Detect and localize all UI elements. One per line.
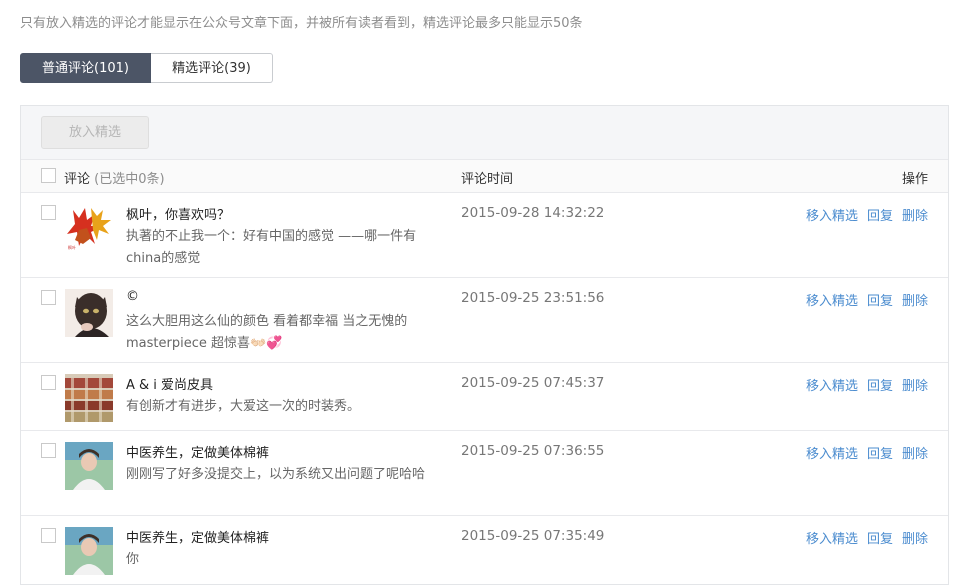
tab-normal-comments[interactable]: 普通评论(101)	[20, 53, 151, 83]
move-to-featured-link[interactable]: 移入精选	[806, 205, 858, 224]
comment-author: 枫叶，你喜欢吗？	[126, 208, 231, 223]
header-selected-count: (已选中0条)	[94, 172, 165, 187]
row-checkbox[interactable]	[41, 205, 56, 220]
comment-content: 刚刚写了好多没提交上，以为系统又出问题了呢哈哈	[126, 467, 426, 482]
notice-text: 只有放入精选的评论才能显示在公众号文章下面，并被所有读者看到，精选评论最多只能显…	[20, 16, 583, 31]
move-to-featured-link[interactable]: 移入精选	[806, 290, 858, 309]
comment-author: 中医养生，定做美体棉裤	[126, 531, 270, 546]
comment-time: 2015-09-25 07:35:49	[461, 528, 605, 544]
table-row: 中医养生，定做美体棉裤 你 2015-09-25 07:35:49 移入精选 回…	[21, 516, 948, 583]
comment-time: 2015-09-25 23:51:56	[461, 290, 605, 306]
row-actions: 移入精选 回复 删除	[806, 528, 928, 547]
delete-link[interactable]: 删除	[902, 290, 928, 309]
reply-link[interactable]: 回复	[867, 205, 893, 224]
toolbar: 放入精选	[21, 106, 948, 160]
delete-link[interactable]: 删除	[902, 443, 928, 462]
reply-link[interactable]: 回复	[867, 375, 893, 394]
reply-link[interactable]: 回复	[867, 290, 893, 309]
delete-link[interactable]: 删除	[902, 205, 928, 224]
comment-author: 中医养生，定做美体棉裤	[126, 446, 270, 461]
table-header: 评论 (已选中0条) 评论时间 操作	[21, 160, 948, 193]
row-actions: 移入精选 回复 删除	[806, 205, 928, 224]
comment-time: 2015-09-25 07:36:55	[461, 443, 605, 459]
comment-content: 执著的不止我一个：好有中国的感觉 ——哪一件有china的感觉	[126, 229, 417, 266]
comment-author: A & i 爱尚皮具	[126, 378, 214, 393]
row-checkbox[interactable]	[41, 528, 56, 543]
svg-text:枫叶: 枫叶	[68, 244, 76, 250]
header-time: 评论时间	[461, 172, 514, 187]
comment-content: 你	[126, 552, 140, 567]
header-actions: 操作	[901, 172, 928, 187]
comment-content: 有创新才有进步，大爱这一次的时装秀。	[126, 399, 361, 414]
add-featured-button[interactable]: 放入精选	[41, 116, 149, 149]
avatar-shop-icon	[65, 374, 113, 422]
comment-time: 2015-09-28 14:32:22	[461, 205, 605, 221]
avatar-cat-icon	[65, 289, 113, 337]
row-actions: 移入精选 回复 删除	[806, 375, 928, 394]
reply-link[interactable]: 回复	[867, 443, 893, 462]
row-checkbox[interactable]	[41, 375, 56, 390]
table-row: A & i 爱尚皮具 有创新才有进步，大爱这一次的时装秀。 2015-09-25…	[21, 363, 948, 431]
comment-tabs: 普通评论(101) 精选评论(39)	[20, 53, 273, 83]
move-to-featured-link[interactable]: 移入精选	[806, 443, 858, 462]
move-to-featured-link[interactable]: 移入精选	[806, 528, 858, 547]
comments-panel: 放入精选 评论 (已选中0条) 评论时间 操作 枫叶 枫叶，你喜欢吗？ 执著的不…	[20, 105, 949, 585]
comment-content: 这么大胆用这么仙的颜色 看着都幸福 当之无愧的masterpiece 超惊喜👐🏻…	[126, 314, 408, 351]
row-checkbox[interactable]	[41, 443, 56, 458]
table-row: © 这么大胆用这么仙的颜色 看着都幸福 当之无愧的masterpiece 超惊喜…	[21, 278, 948, 363]
reply-link[interactable]: 回复	[867, 528, 893, 547]
delete-link[interactable]: 删除	[902, 528, 928, 547]
comment-author: ©	[126, 289, 139, 304]
table-row: 枫叶 枫叶，你喜欢吗？ 执著的不止我一个：好有中国的感觉 ——哪一件有china…	[21, 193, 948, 278]
table-row: 中医养生，定做美体棉裤 刚刚写了好多没提交上，以为系统又出问题了呢哈哈 2015…	[21, 431, 948, 516]
header-comment: 评论 (已选中0条)	[64, 168, 165, 187]
row-actions: 移入精选 回复 删除	[806, 290, 928, 309]
row-checkbox[interactable]	[41, 290, 56, 305]
avatar-woman-icon	[65, 442, 113, 490]
tab-featured-comments[interactable]: 精选评论(39)	[151, 53, 273, 83]
comment-time: 2015-09-25 07:45:37	[461, 375, 605, 391]
row-actions: 移入精选 回复 删除	[806, 443, 928, 462]
avatar-woman-icon	[65, 527, 113, 575]
avatar-maple-icon: 枫叶	[65, 204, 113, 252]
select-all-checkbox[interactable]	[41, 168, 56, 183]
move-to-featured-link[interactable]: 移入精选	[806, 375, 858, 394]
delete-link[interactable]: 删除	[902, 375, 928, 394]
header-comment-label: 评论	[64, 172, 91, 187]
